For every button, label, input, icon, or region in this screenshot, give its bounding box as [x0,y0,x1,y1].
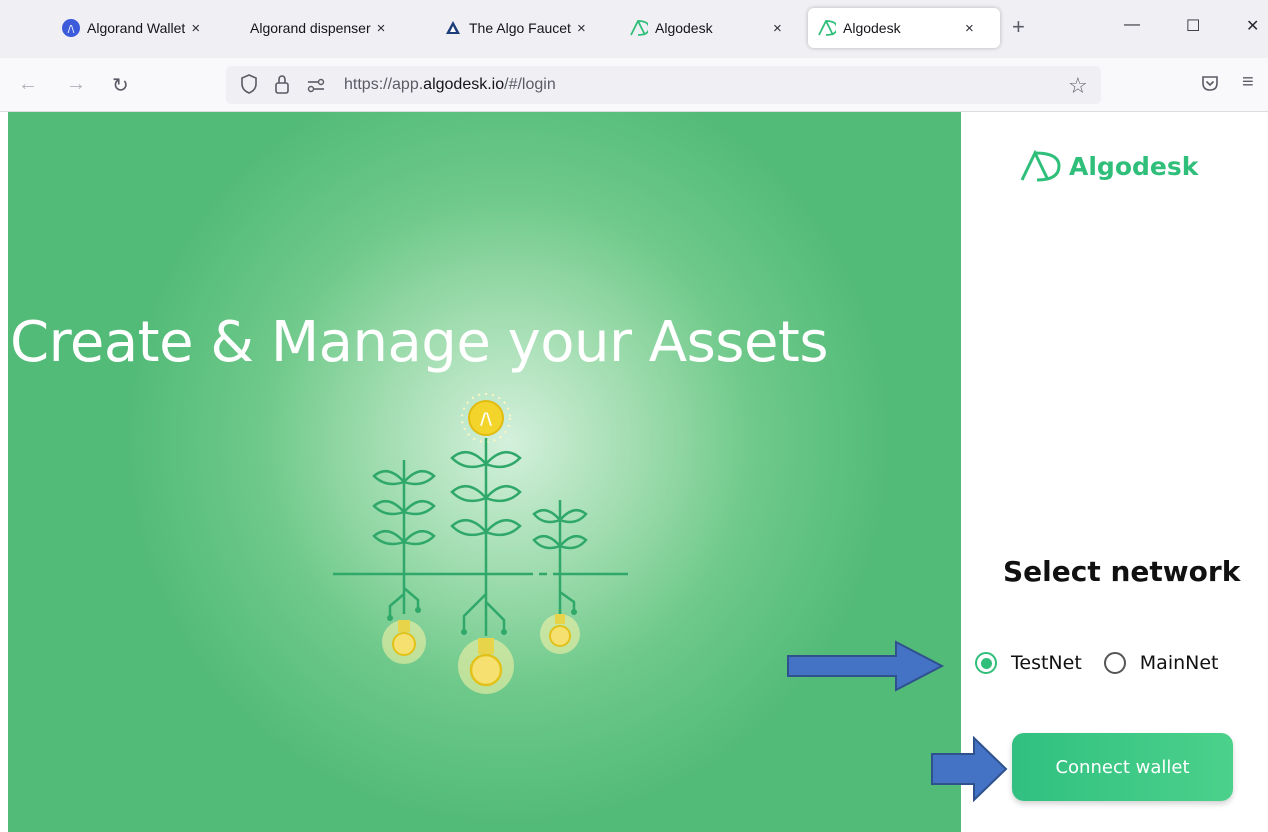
hero-title: Create & Manage your Assets [10,310,829,375]
url-bar[interactable]: https://app.algodesk.io/#/login ☆ [226,66,1101,104]
tab-algodesk[interactable]: Algodesk × [630,8,800,48]
permissions-icon[interactable] [306,76,326,99]
hero-panel: Create & Manage your Assets /\ [8,112,961,832]
forward-icon[interactable]: → [66,73,86,96]
annotation-arrow [787,640,945,692]
maximize-icon[interactable]: ☐ [1186,16,1200,36]
growth-illustration: /\ [333,393,628,694]
radio-label-testnet[interactable]: TestNet [1011,652,1082,674]
tab-algo-faucet[interactable]: The Algo Faucet × [444,8,610,48]
svg-text:/\: /\ [480,409,492,428]
tab-title: Algorand dispenser [250,20,371,36]
svg-text:/\: /\ [68,24,75,35]
annotation-arrow [931,736,1008,802]
minimize-icon[interactable]: — [1124,16,1140,34]
lock-icon[interactable] [274,74,290,99]
algorand-wallet-icon: /\ [62,19,80,37]
algodesk-icon [630,19,648,37]
tab-algodesk-active[interactable]: Algodesk × [808,8,1000,48]
algodesk-icon [1020,150,1061,182]
algodesk-icon [818,19,836,37]
tab-title: The Algo Faucet [469,20,571,36]
url-text[interactable]: https://app.algodesk.io/#/login [344,76,556,94]
tab-title: Algorand Wallet [87,20,186,36]
close-icon[interactable]: × [577,20,586,37]
radio-mainnet[interactable] [1103,652,1126,674]
shield-icon[interactable] [240,74,258,99]
new-tab-icon[interactable]: + [1012,14,1025,40]
algodesk-logo: Algodesk [1019,150,1198,182]
reload-icon[interactable]: ↻ [112,73,129,98]
lightbulb-icon [540,614,580,654]
close-icon[interactable]: × [773,20,782,37]
tab-title: Algodesk [655,20,713,36]
select-network-heading: Select network [1003,555,1241,588]
tab-title: Algodesk [843,20,901,36]
radio-label-mainnet[interactable]: MainNet [1140,652,1219,674]
back-icon[interactable]: ← [18,73,38,96]
close-icon[interactable]: × [965,20,974,37]
tab-algorand-dispenser[interactable]: Algorand dispenser × [250,8,420,48]
menu-icon[interactable]: ≡ [1242,71,1254,94]
close-icon[interactable]: × [377,20,386,37]
algo-faucet-icon [444,19,462,37]
tab-algorand-wallet[interactable]: /\ Algorand Wallet × [62,8,224,48]
close-icon[interactable]: × [191,20,200,37]
lightbulb-icon [382,620,426,664]
login-sidebar: Algodesk Select network TestNet MainNet … [961,112,1268,832]
tab-strip: /\ Algorand Wallet × Algorand dispenser … [0,0,1268,58]
brand-name: Algodesk [1069,151,1199,181]
bookmark-star-icon[interactable]: ☆ [1068,73,1088,99]
radio-testnet[interactable] [975,652,997,674]
navigation-bar: ← → ↻ https://app.algodesk.io/#/login ☆ … [0,58,1268,112]
connect-wallet-button[interactable]: Connect wallet [1012,733,1233,801]
network-selector: TestNet MainNet [975,652,1241,674]
pocket-icon[interactable] [1200,73,1220,98]
lightbulb-icon [458,638,514,694]
window-close-icon[interactable]: ✕ [1246,16,1259,36]
